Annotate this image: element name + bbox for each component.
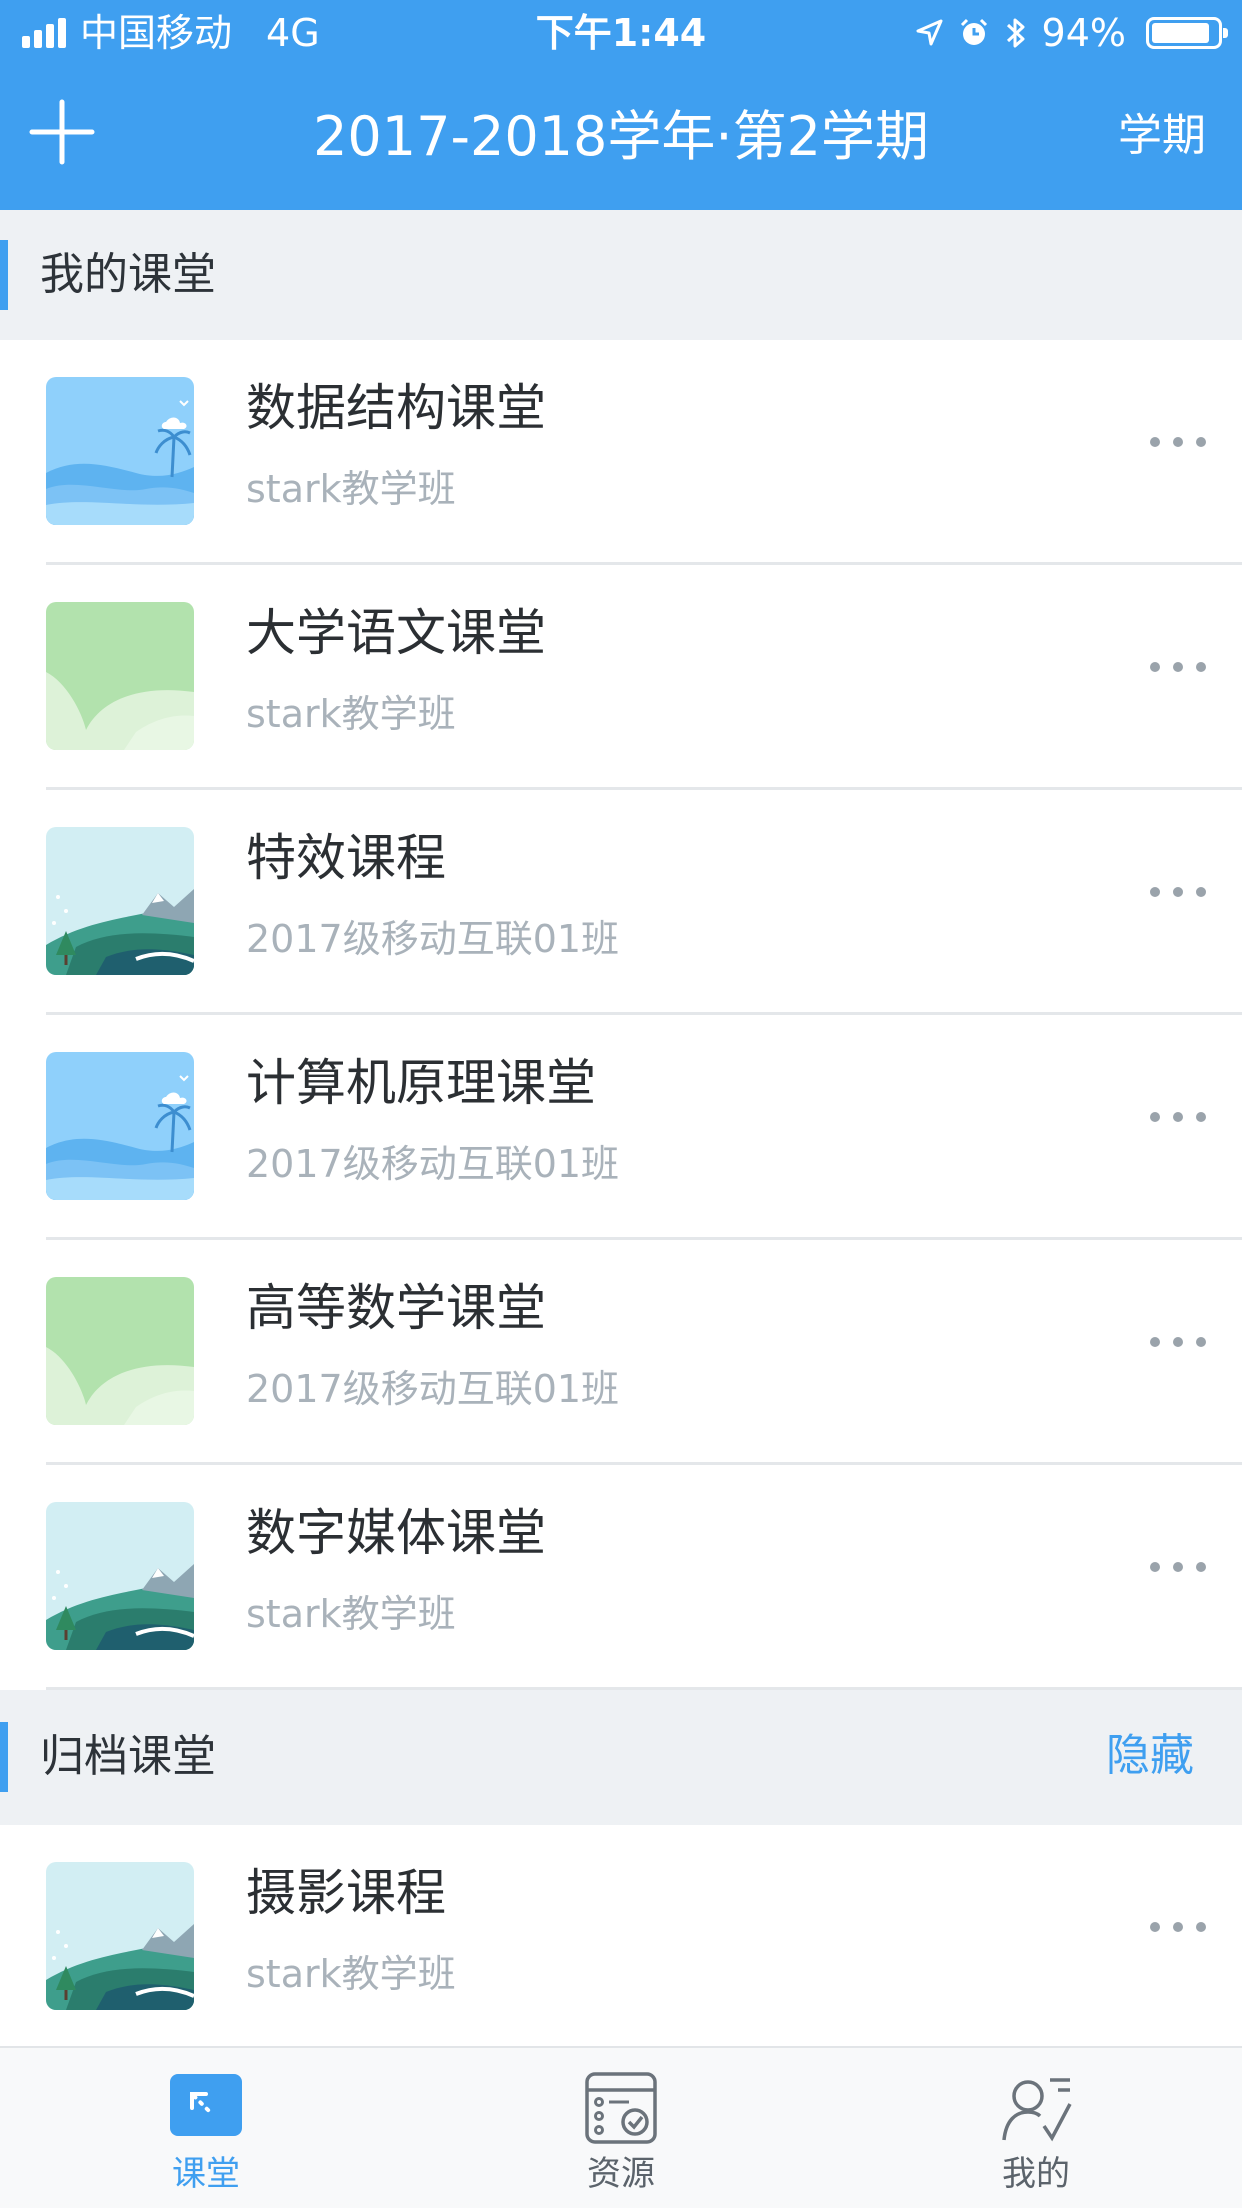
tab-label: 我的 xyxy=(1002,2154,1070,2194)
course-class: stark教学班 xyxy=(246,467,456,511)
hide-button[interactable]: 隐藏 xyxy=(1106,1726,1194,1786)
course-name: 数据结构课堂 xyxy=(246,379,546,437)
course-name: 大学语文课堂 xyxy=(246,604,546,662)
tab-resources[interactable]: 资源 xyxy=(521,2048,721,2210)
my-classes-header: 我的课堂 xyxy=(0,210,1242,340)
battery-percent: 94% xyxy=(1041,11,1126,55)
course-item[interactable]: 数字媒体课堂 stark教学班 xyxy=(0,1465,1242,1690)
resources-icon xyxy=(585,2072,657,2144)
course-item[interactable]: 数据结构课堂 stark教学班 xyxy=(0,340,1242,565)
course-cover-image xyxy=(46,1277,194,1425)
course-cover-image xyxy=(46,1862,194,2010)
course-item[interactable]: 计算机原理课堂 2017级移动互联01班 xyxy=(0,1015,1242,1240)
location-icon xyxy=(916,19,943,46)
bluetooth-icon xyxy=(1006,18,1025,48)
tab-label: 资源 xyxy=(587,2154,655,2194)
course-name: 摄影课程 xyxy=(246,1864,446,1922)
course-cover-image xyxy=(46,827,194,975)
classroom-icon xyxy=(170,2074,242,2136)
tab-classroom[interactable]: 课堂 xyxy=(106,2048,306,2210)
course-cover-image xyxy=(46,1502,194,1650)
course-cover-image xyxy=(46,602,194,750)
course-item[interactable]: 高等数学课堂 2017级移动互联01班 xyxy=(0,1240,1242,1465)
course-item[interactable]: 摄影课程 stark教学班 xyxy=(0,1825,1242,2050)
course-name: 高等数学课堂 xyxy=(246,1279,546,1337)
course-class: stark教学班 xyxy=(246,692,456,736)
more-options-icon[interactable] xyxy=(1150,655,1206,679)
course-item[interactable]: 大学语文课堂 stark教学班 xyxy=(0,565,1242,790)
more-options-icon[interactable] xyxy=(1150,1915,1206,1939)
tab-label: 课堂 xyxy=(172,2154,240,2194)
course-name: 特效课程 xyxy=(246,829,446,887)
course-cover-image xyxy=(46,1052,194,1200)
more-options-icon[interactable] xyxy=(1150,1105,1206,1129)
top-bar: 中国移动 4G 下午1:44 94% 2017-2018学年·第2学期 学期 xyxy=(0,0,1242,210)
more-options-icon[interactable] xyxy=(1150,1330,1206,1354)
section-title: 我的课堂 xyxy=(40,249,216,300)
section-title: 归档课堂 xyxy=(40,1731,216,1782)
course-name: 计算机原理课堂 xyxy=(246,1054,596,1112)
course-cover-image xyxy=(46,377,194,525)
course-name: 数字媒体课堂 xyxy=(246,1504,546,1562)
profile-icon xyxy=(1002,2078,1072,2142)
page-title: 2017-2018学年·第2学期 xyxy=(313,105,929,168)
alarm-icon xyxy=(960,18,987,45)
course-item[interactable]: 特效课程 2017级移动互联01班 xyxy=(0,790,1242,1015)
archived-header: 归档课堂 隐藏 xyxy=(0,1690,1242,1825)
more-options-icon[interactable] xyxy=(1150,430,1206,454)
nav-bar: 2017-2018学年·第2学期 学期 xyxy=(0,66,1242,210)
more-options-icon[interactable] xyxy=(1150,1555,1206,1579)
battery-icon xyxy=(1146,17,1228,49)
course-class: stark教学班 xyxy=(246,1952,456,1996)
term-button[interactable]: 学期 xyxy=(1118,106,1206,166)
more-options-icon[interactable] xyxy=(1150,880,1206,904)
course-class: 2017级移动互联01班 xyxy=(246,1142,620,1186)
course-class: 2017级移动互联01班 xyxy=(246,917,620,961)
course-class: 2017级移动互联01班 xyxy=(246,1367,620,1411)
tab-profile[interactable]: 我的 xyxy=(936,2048,1136,2210)
status-bar: 中国移动 4G 下午1:44 94% xyxy=(0,0,1242,66)
course-class: stark教学班 xyxy=(246,1592,456,1636)
tab-bar: 课堂 资源 我的 xyxy=(0,2046,1242,2208)
